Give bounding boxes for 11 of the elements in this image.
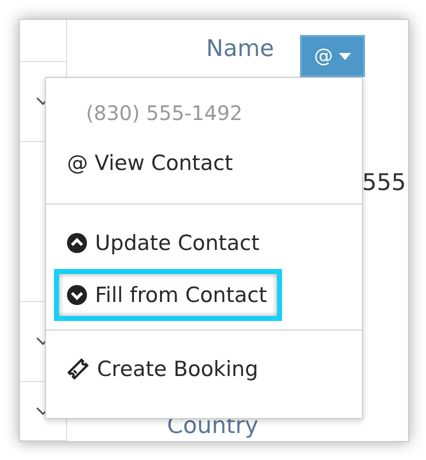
table-cell: 555 xyxy=(362,170,406,196)
column-header: Name xyxy=(206,36,274,62)
menu-item[interactable]: @ View Contact xyxy=(54,137,248,189)
phone-number: (830) 555-1492 xyxy=(85,100,244,127)
ticket-icon xyxy=(67,358,89,380)
menu-item[interactable]: Update Contact xyxy=(54,217,274,269)
chevron-up-circle-icon xyxy=(67,233,87,253)
chevron-down-circle-icon xyxy=(67,285,87,305)
menu-item[interactable]: Create Booking xyxy=(54,343,274,395)
menu-item[interactable]: Fill from Contact xyxy=(54,269,282,321)
caret-icon xyxy=(339,52,351,60)
